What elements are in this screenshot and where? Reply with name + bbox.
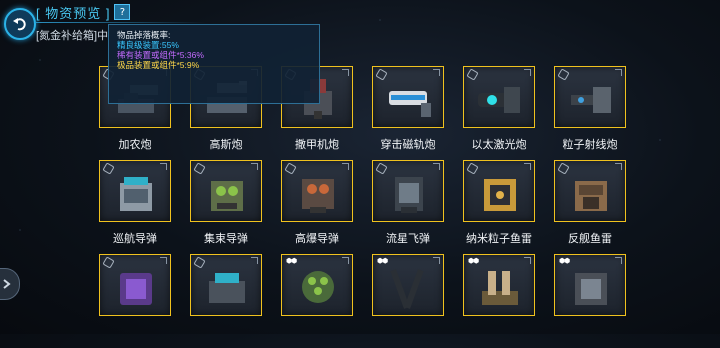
item-cell[interactable]: 纳米粒子鱼雷: [463, 160, 537, 254]
nano-torpedo-icon: [484, 179, 516, 211]
item-name: 巡航导弹: [113, 233, 157, 245]
item-slot[interactable]: ⬢⬢: [281, 254, 353, 316]
tooltip-rare-rate: 稀有装置或组件*5:36%: [117, 50, 204, 60]
turret-module-icon: [209, 273, 245, 303]
item-cell[interactable]: 以太激光炮: [463, 66, 537, 160]
chevron-right-icon: [3, 279, 11, 289]
railgun-icon: [389, 91, 431, 117]
item-slot[interactable]: [99, 160, 171, 222]
item-slot[interactable]: [190, 160, 262, 222]
item-slot[interactable]: [99, 254, 171, 316]
item-slot[interactable]: [281, 160, 353, 222]
item-slot[interactable]: ⬢⬢: [554, 254, 626, 316]
item-slot[interactable]: [372, 160, 444, 222]
back-arrow-icon: [13, 18, 26, 31]
green-pod-icon: [302, 271, 334, 303]
item-grid: 加农炮 高斯炮 撒甲机炮 穿击磁轨炮 以太激光炮 粒子射线炮巡航导弹 集束导弹 高爆导弹 流星飞…: [99, 66, 628, 348]
item-name: 集束导弹: [204, 233, 248, 245]
tooltip-epic-rate: 极品装置或组件*5:9%: [117, 60, 200, 70]
meteor-missile-icon: [395, 177, 423, 213]
particle-beam-icon: [571, 87, 611, 113]
back-button[interactable]: [4, 8, 36, 40]
high-explosive-missile-icon: [302, 179, 334, 213]
item-name: 反舰鱼雷: [568, 233, 612, 245]
title-divider: [36, 22, 206, 23]
item-slot[interactable]: [554, 160, 626, 222]
item-slot[interactable]: ⬢⬢: [463, 254, 535, 316]
tooltip-title: 物品掉落概率:: [117, 30, 171, 40]
item-name: 流星飞弹: [386, 233, 430, 245]
item-slot[interactable]: [554, 66, 626, 128]
item-cell[interactable]: 巡航导弹: [99, 160, 173, 254]
page-title-bar: [ 物资预览 ] ?: [36, 3, 131, 21]
supply-box-label: [氮金补给箱]中: [36, 30, 109, 42]
ether-laser-icon: [478, 87, 520, 113]
drop-rate-tooltip: 物品掉落概率: 精良级装置:55% 稀有装置或组件*5:36% 极品装置或组件*…: [108, 24, 320, 104]
item-cell[interactable]: 集束导弹: [190, 160, 264, 254]
purple-launcher-icon: [120, 273, 152, 305]
item-name: 高斯炮: [209, 139, 243, 151]
cruise-missile-icon: [120, 177, 152, 211]
blade-component-icon: [390, 269, 424, 309]
cluster-missile-icon: [211, 181, 243, 211]
item-cell[interactable]: 流星飞弹: [372, 160, 446, 254]
item-name: 加农炮: [118, 139, 152, 151]
missile-rack-icon: [482, 271, 518, 305]
help-button[interactable]: ?: [114, 4, 131, 20]
item-cell[interactable]: 反舰鱼雷: [554, 160, 628, 254]
side-nav-toggle[interactable]: [0, 268, 20, 300]
item-name: 撒甲机炮: [295, 139, 339, 151]
item-name: 纳米粒子鱼雷: [466, 233, 532, 245]
item-slot[interactable]: [190, 254, 262, 316]
item-cell[interactable]: 穿击磁轨炮: [372, 66, 446, 160]
item-cell[interactable]: 高爆导弹: [281, 160, 355, 254]
anti-ship-torpedo-icon: [575, 181, 607, 211]
item-name: 粒子射线炮: [562, 139, 618, 151]
item-slot[interactable]: ⬢⬢: [372, 254, 444, 316]
item-name: 高爆导弹: [295, 233, 339, 245]
item-name: 以太激光炮: [471, 139, 527, 151]
tooltip-elite-rate: 精良级装置:55%: [117, 40, 179, 50]
item-slot[interactable]: [463, 66, 535, 128]
item-slot[interactable]: [372, 66, 444, 128]
item-slot[interactable]: [463, 160, 535, 222]
armored-box-icon: [575, 273, 607, 305]
item-name: 穿击磁轨炮: [380, 139, 436, 151]
item-cell[interactable]: 粒子射线炮: [554, 66, 628, 160]
page-title: [ 物资预览 ]: [36, 5, 111, 21]
